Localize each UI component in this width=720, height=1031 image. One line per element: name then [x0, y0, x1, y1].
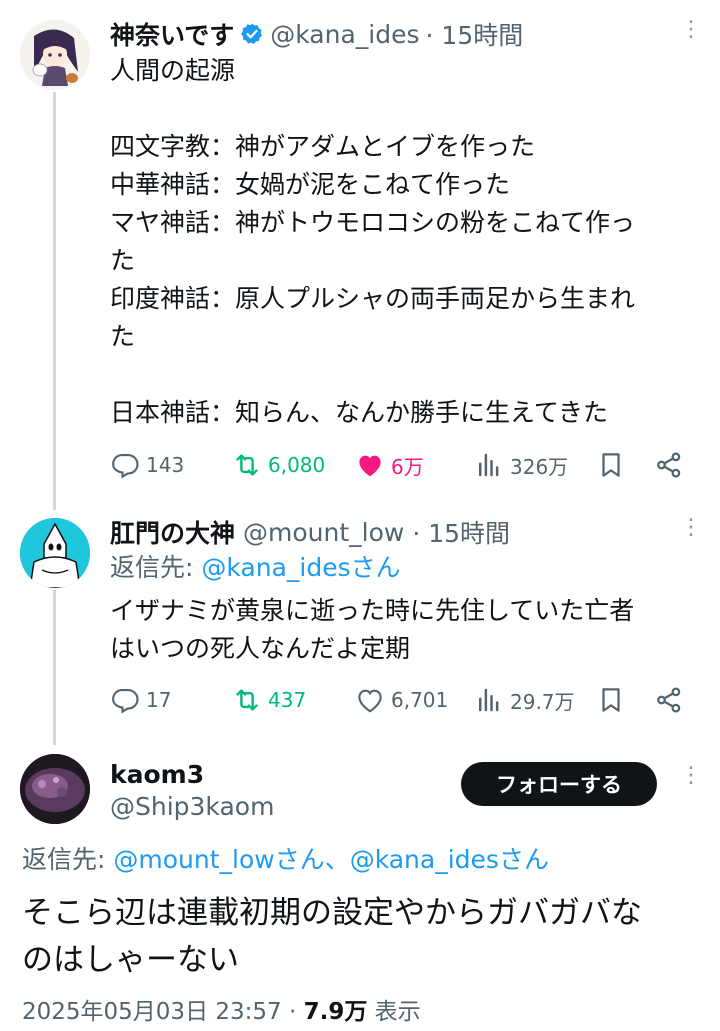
retweet-count: 6,080: [268, 453, 326, 477]
thread-line: [53, 590, 56, 745]
author-handle[interactable]: @Ship3kaom: [110, 792, 274, 821]
avatar[interactable]: [20, 518, 90, 588]
retweet-count: 437: [268, 688, 307, 712]
author-handle[interactable]: @mount_low: [243, 518, 404, 547]
retweet-icon: [236, 454, 258, 476]
author-handle[interactable]: @kana_ides: [270, 20, 419, 49]
avatar[interactable]: [20, 754, 90, 824]
author-name[interactable]: 肛門の大神: [110, 514, 235, 550]
share-icon[interactable]: [654, 685, 684, 719]
reply-to-link[interactable]: @kana_idesさん: [201, 553, 400, 582]
avatar[interactable]: [20, 20, 90, 90]
tweet-text: 人間の起源 四文字教：神がアダムとイブを作った 中華神話：女媧が泥をこねて作った…: [110, 56, 636, 427]
reply-icon: [112, 453, 139, 479]
reply-context: 返信先: @mount_lowさん、@kana_idesさん: [22, 842, 549, 878]
retweet-icon: [236, 689, 258, 711]
more-options-icon[interactable]: ⋮: [680, 19, 702, 41]
reply-button[interactable]: 143: [110, 450, 184, 480]
like-button[interactable]: 6万: [355, 450, 424, 480]
post-timestamp[interactable]: 2025年05月03日 23:57 ·: [22, 999, 304, 1025]
tweet-text: そこら辺は連載初期の設定やからガバガバな のはしゃーない: [22, 895, 642, 978]
heart-outline-icon: [358, 689, 382, 713]
follow-button[interactable]: フォローする: [461, 762, 657, 806]
views-button[interactable]: 326万: [474, 450, 568, 480]
thread-line: [53, 92, 56, 510]
views-chart-icon: [479, 688, 499, 712]
view-label: 表示: [367, 999, 421, 1025]
bookmark-icon[interactable]: [596, 450, 626, 484]
reply-count: 143: [146, 453, 185, 477]
reply-prefix: 返信先:: [110, 553, 202, 582]
more-options-icon[interactable]: ⋮: [680, 517, 702, 539]
heart-filled-icon: [359, 455, 381, 477]
verified-badge-icon: [240, 22, 264, 46]
post-time[interactable]: · 15時間: [426, 16, 524, 52]
retweet-button[interactable]: 6,080: [232, 450, 325, 480]
more-options-icon[interactable]: ⋮: [680, 765, 702, 787]
reply-icon: [112, 688, 139, 714]
author-name[interactable]: kaom3: [110, 760, 204, 789]
post-meta: 2025年05月03日 23:57 · 7.9万 表示: [22, 992, 421, 1026]
reply-prefix: 返信先:: [22, 845, 114, 874]
author-name[interactable]: 神奈いです: [110, 16, 234, 52]
reply-to-link[interactable]: @mount_lowさん、@kana_idesさん: [113, 845, 549, 874]
reply-context: 返信先: @kana_idesさん: [110, 550, 401, 586]
retweet-button[interactable]: 437: [232, 685, 306, 715]
tweet-text: イザナミが黄泉に逝った時に先住していた亡者 はいつの死人なんだよ定期: [110, 596, 635, 663]
views-button[interactable]: 29.7万: [474, 685, 575, 715]
like-count: 6万: [391, 454, 424, 479]
reply-button[interactable]: 17: [110, 685, 171, 715]
view-count: 326万: [510, 454, 569, 479]
post-time[interactable]: · 15時間: [412, 514, 510, 550]
share-icon[interactable]: [654, 450, 684, 484]
views-chart-icon: [479, 453, 499, 477]
view-count: 29.7万: [510, 689, 575, 714]
bookmark-icon[interactable]: [596, 685, 626, 719]
like-button[interactable]: 6,701: [355, 685, 448, 715]
reply-count: 17: [146, 688, 172, 712]
like-count: 6,701: [391, 688, 449, 712]
view-count: 7.9万: [303, 999, 368, 1025]
